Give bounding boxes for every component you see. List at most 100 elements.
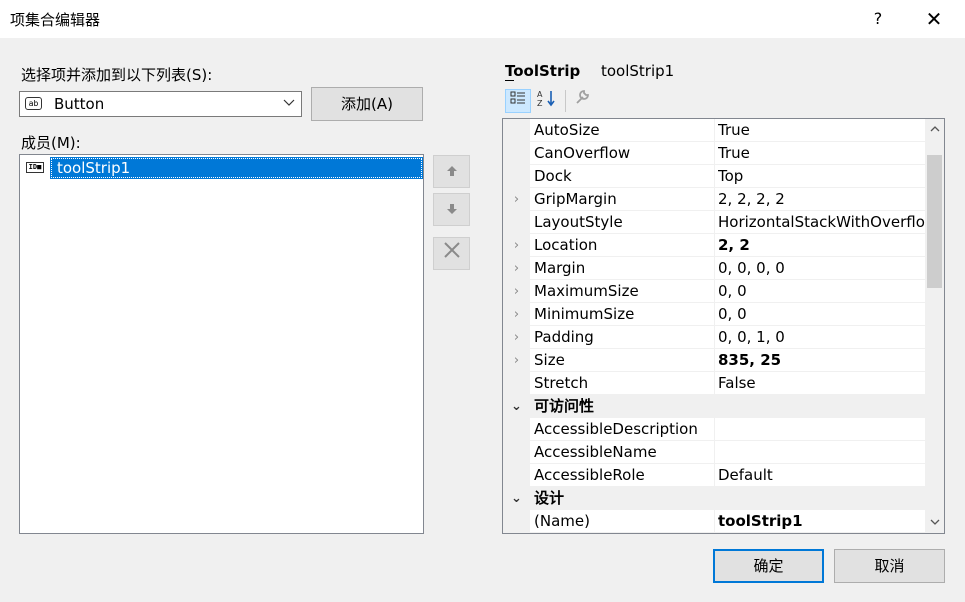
- property-value[interactable]: toolStrip1: [718, 510, 925, 533]
- property-pages-button[interactable]: [569, 89, 595, 113]
- toolstrip-icon: ID■: [26, 162, 44, 173]
- column-separator: [714, 257, 715, 280]
- alphabetical-button[interactable]: A Z: [534, 89, 560, 113]
- wrench-icon: [574, 90, 590, 109]
- column-separator: [714, 464, 715, 487]
- property-row[interactable]: AccessibleRole Default: [503, 464, 925, 487]
- property-scrollbar[interactable]: [925, 119, 944, 533]
- property-value[interactable]: HorizontalStackWithOverflow: [718, 211, 925, 234]
- property-value[interactable]: 0, 0: [718, 303, 925, 326]
- property-row[interactable]: AccessibleName: [503, 441, 925, 464]
- column-separator: [714, 418, 715, 441]
- column-separator: [714, 510, 715, 533]
- property-row[interactable]: CanOverflow True: [503, 142, 925, 165]
- property-value[interactable]: Top: [718, 165, 925, 188]
- property-value[interactable]: 2, 2, 2, 2: [718, 188, 925, 211]
- property-row[interactable]: › MinimumSize 0, 0: [503, 303, 925, 326]
- category-label: 设计: [534, 489, 565, 507]
- members-label: 成员(M):: [21, 134, 81, 152]
- column-separator: [714, 349, 715, 372]
- close-button[interactable]: ✕: [914, 4, 954, 34]
- property-value[interactable]: 0, 0, 0, 0: [718, 257, 925, 280]
- row-gutter: [503, 211, 530, 234]
- column-separator: [714, 188, 715, 211]
- cancel-button[interactable]: 取消: [834, 549, 945, 583]
- toolbar-separator: [565, 90, 566, 112]
- column-separator: [714, 280, 715, 303]
- scroll-down-icon[interactable]: [925, 514, 944, 531]
- property-row[interactable]: Stretch False: [503, 372, 925, 395]
- row-gutter: [503, 142, 530, 165]
- property-row[interactable]: › Margin 0, 0, 0, 0: [503, 257, 925, 280]
- remove-button[interactable]: [433, 237, 470, 270]
- property-row[interactable]: › Padding 0, 0, 1, 0: [503, 326, 925, 349]
- expand-icon[interactable]: ›: [503, 280, 530, 303]
- column-separator: [714, 441, 715, 464]
- property-value[interactable]: False: [718, 372, 925, 395]
- property-name: AutoSize: [534, 121, 600, 139]
- property-name: Dock: [534, 167, 572, 185]
- svg-text:Z: Z: [537, 99, 543, 107]
- property-value[interactable]: Default: [718, 464, 925, 487]
- property-value[interactable]: 0, 0: [718, 280, 925, 303]
- list-item[interactable]: ID■ toolStrip1: [22, 157, 423, 179]
- help-button[interactable]: ?: [860, 4, 896, 34]
- expand-icon[interactable]: ›: [503, 188, 530, 211]
- title-bar: 项集合编辑器 ? ✕: [0, 0, 965, 38]
- category-label: 可访问性: [534, 397, 595, 415]
- column-separator: [714, 211, 715, 234]
- property-value[interactable]: 0, 0, 1, 0: [718, 326, 925, 349]
- property-object-name: toolStrip1: [601, 62, 675, 80]
- property-name: MaximumSize: [534, 282, 639, 300]
- property-row[interactable]: › Size 835, 25: [503, 349, 925, 372]
- expand-icon[interactable]: ›: [503, 257, 530, 280]
- column-separator: [714, 142, 715, 165]
- collapse-icon[interactable]: ⌄: [503, 487, 530, 510]
- property-value[interactable]: True: [718, 119, 925, 142]
- property-name: Margin: [534, 259, 586, 277]
- property-value[interactable]: True: [718, 142, 925, 165]
- property-rows: AutoSize True CanOverflow True Dock Top › GripM…: [503, 119, 925, 533]
- property-name: Location: [534, 236, 598, 254]
- add-button[interactable]: 添加(A): [311, 87, 423, 121]
- property-name: AccessibleDescription: [534, 420, 698, 438]
- expand-icon[interactable]: ›: [503, 303, 530, 326]
- property-value[interactable]: 2, 2: [718, 234, 925, 257]
- member-label: toolStrip1: [50, 157, 423, 179]
- window-title: 项集合编辑器: [10, 11, 101, 29]
- property-row[interactable]: Dock Top: [503, 165, 925, 188]
- sort-alphabetical-icon: A Z: [537, 90, 557, 111]
- move-up-button[interactable]: [433, 155, 470, 188]
- property-row[interactable]: LayoutStyle HorizontalStackWithOverflow: [503, 211, 925, 234]
- button-type-icon: ab: [25, 97, 42, 110]
- property-name: (Name): [534, 512, 590, 530]
- categorized-button[interactable]: [505, 89, 531, 113]
- ok-button[interactable]: 确定: [713, 549, 824, 583]
- arrow-down-icon: [446, 200, 458, 219]
- property-name: AccessibleRole: [534, 466, 645, 484]
- item-type-combo[interactable]: ab Button: [19, 91, 302, 117]
- property-row[interactable]: AccessibleDescription: [503, 418, 925, 441]
- property-row[interactable]: › Location 2, 2: [503, 234, 925, 257]
- row-gutter: [503, 165, 530, 188]
- members-list[interactable]: ID■ toolStrip1: [19, 154, 424, 534]
- property-name: MinimumSize: [534, 305, 635, 323]
- scroll-up-icon[interactable]: [925, 121, 944, 138]
- expand-icon[interactable]: ›: [503, 349, 530, 372]
- expand-icon[interactable]: ›: [503, 234, 530, 257]
- property-row[interactable]: (Name) toolStrip1: [503, 510, 925, 533]
- categorized-icon: [510, 91, 526, 110]
- property-grid[interactable]: AutoSize True CanOverflow True Dock Top › GripM…: [502, 118, 945, 534]
- property-row[interactable]: › MaximumSize 0, 0: [503, 280, 925, 303]
- expand-icon[interactable]: ›: [503, 326, 530, 349]
- move-down-button[interactable]: [433, 193, 470, 226]
- property-row[interactable]: AutoSize True: [503, 119, 925, 142]
- collapse-icon[interactable]: ⌄: [503, 395, 530, 418]
- property-category[interactable]: ⌄ 可访问性: [503, 395, 925, 418]
- property-category[interactable]: ⌄ 设计: [503, 487, 925, 510]
- column-separator: [714, 165, 715, 188]
- item-type-value: Button: [54, 95, 105, 113]
- scroll-thumb[interactable]: [927, 155, 942, 288]
- property-row[interactable]: › GripMargin 2, 2, 2, 2: [503, 188, 925, 211]
- property-value[interactable]: 835, 25: [718, 349, 925, 372]
